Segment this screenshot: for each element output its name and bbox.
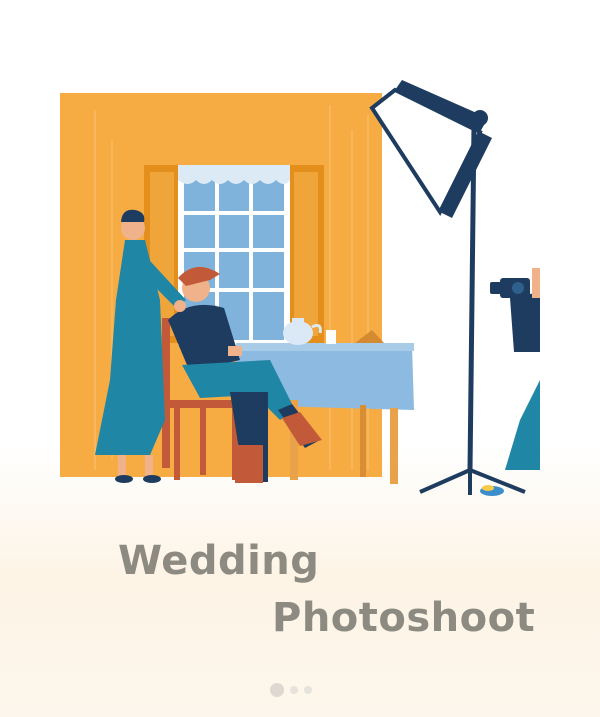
slide-title-line1: Wedding <box>118 538 320 584</box>
camera-icon <box>490 278 530 298</box>
page-dot-1-active[interactable] <box>270 683 284 697</box>
page-dot-2[interactable] <box>290 686 298 694</box>
slide-title-line2: Photoshoot <box>272 595 536 641</box>
photographer <box>480 268 540 496</box>
page-dot-3[interactable] <box>304 686 312 694</box>
wedding-photoshoot-illustration <box>60 80 540 496</box>
page-indicator[interactable] <box>270 682 312 698</box>
